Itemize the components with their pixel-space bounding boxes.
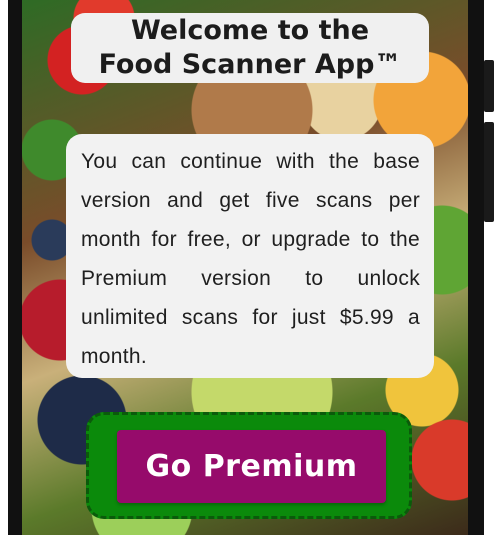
volume-key (484, 60, 494, 112)
power-key (484, 122, 494, 222)
go-premium-button[interactable]: Go Premium (117, 430, 386, 503)
pricing-message-card: You can continue with the base version a… (66, 134, 434, 378)
go-premium-label: Go Premium (145, 449, 358, 484)
pricing-message-text: You can continue with the base version a… (81, 150, 420, 368)
welcome-title-card: Welcome to the Food Scanner App™ (71, 13, 429, 83)
welcome-title-line-1: Welcome to the (130, 15, 370, 46)
welcome-title-line-2: Food Scanner App™ (98, 49, 402, 80)
